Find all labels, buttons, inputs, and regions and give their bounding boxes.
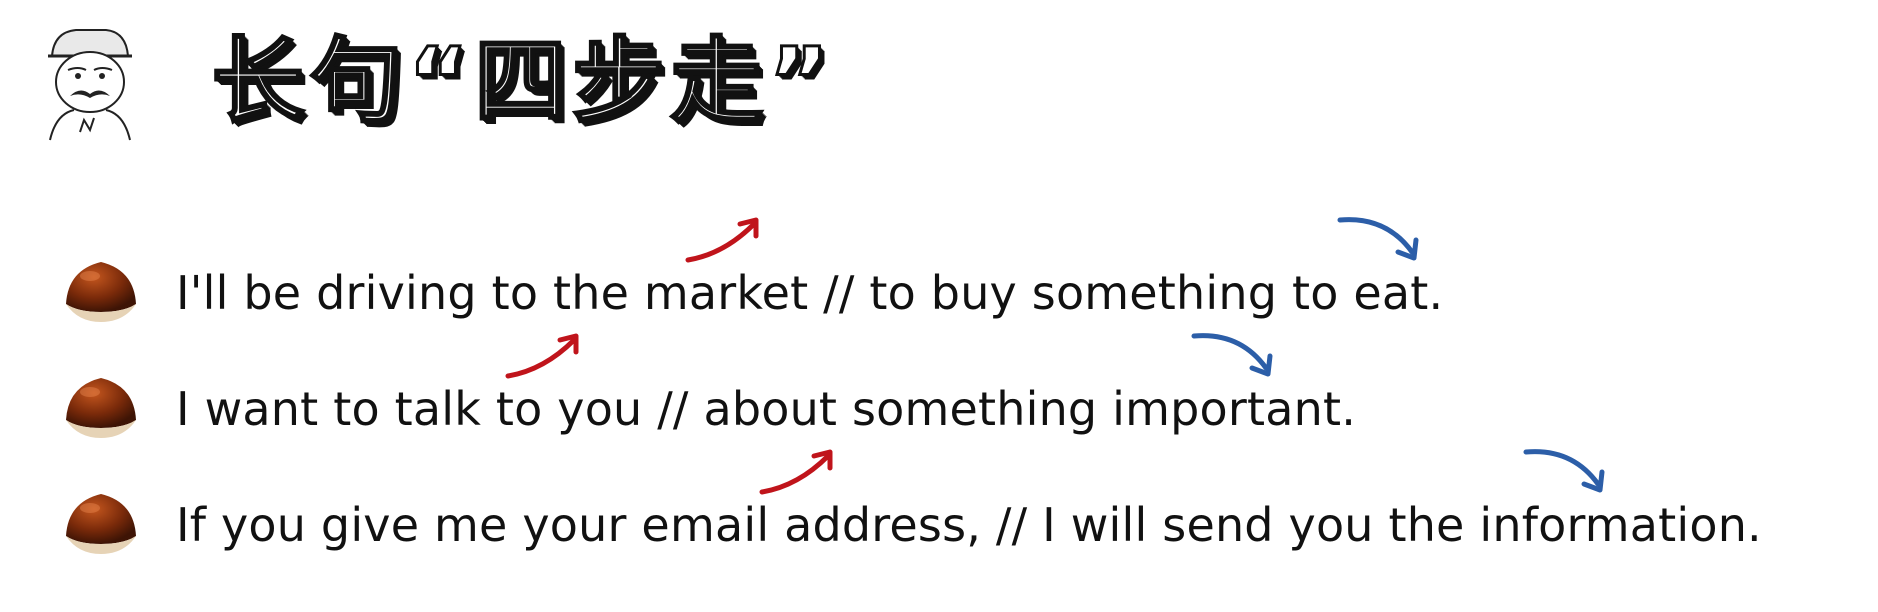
list-item: I'll be driving to the market // to buy … <box>64 258 1443 328</box>
page-title: 长句“四步走” <box>211 27 835 137</box>
list-item: If you give me your email address, // I … <box>64 490 1762 560</box>
chestnut-icon <box>66 378 136 438</box>
sentence-text: I'll be driving to the market // to buy … <box>176 266 1444 320</box>
chestnut-icon <box>66 494 136 554</box>
falling-intonation-arrow-icon <box>1337 217 1419 261</box>
chestnut-icon <box>66 262 136 322</box>
mascot-avatar-icon <box>48 29 132 141</box>
falling-intonation-arrow-icon <box>1191 333 1273 377</box>
rising-intonation-arrow-icon <box>505 333 579 379</box>
sentence-text: If you give me your email address, // I … <box>176 498 1762 552</box>
falling-intonation-arrow-icon <box>1523 449 1605 493</box>
sentence-text: I want to talk to you // about something… <box>176 382 1357 436</box>
list-item: I want to talk to you // about something… <box>64 374 1356 444</box>
rising-intonation-arrow-icon <box>685 217 759 263</box>
rising-intonation-arrow-icon <box>759 449 833 495</box>
